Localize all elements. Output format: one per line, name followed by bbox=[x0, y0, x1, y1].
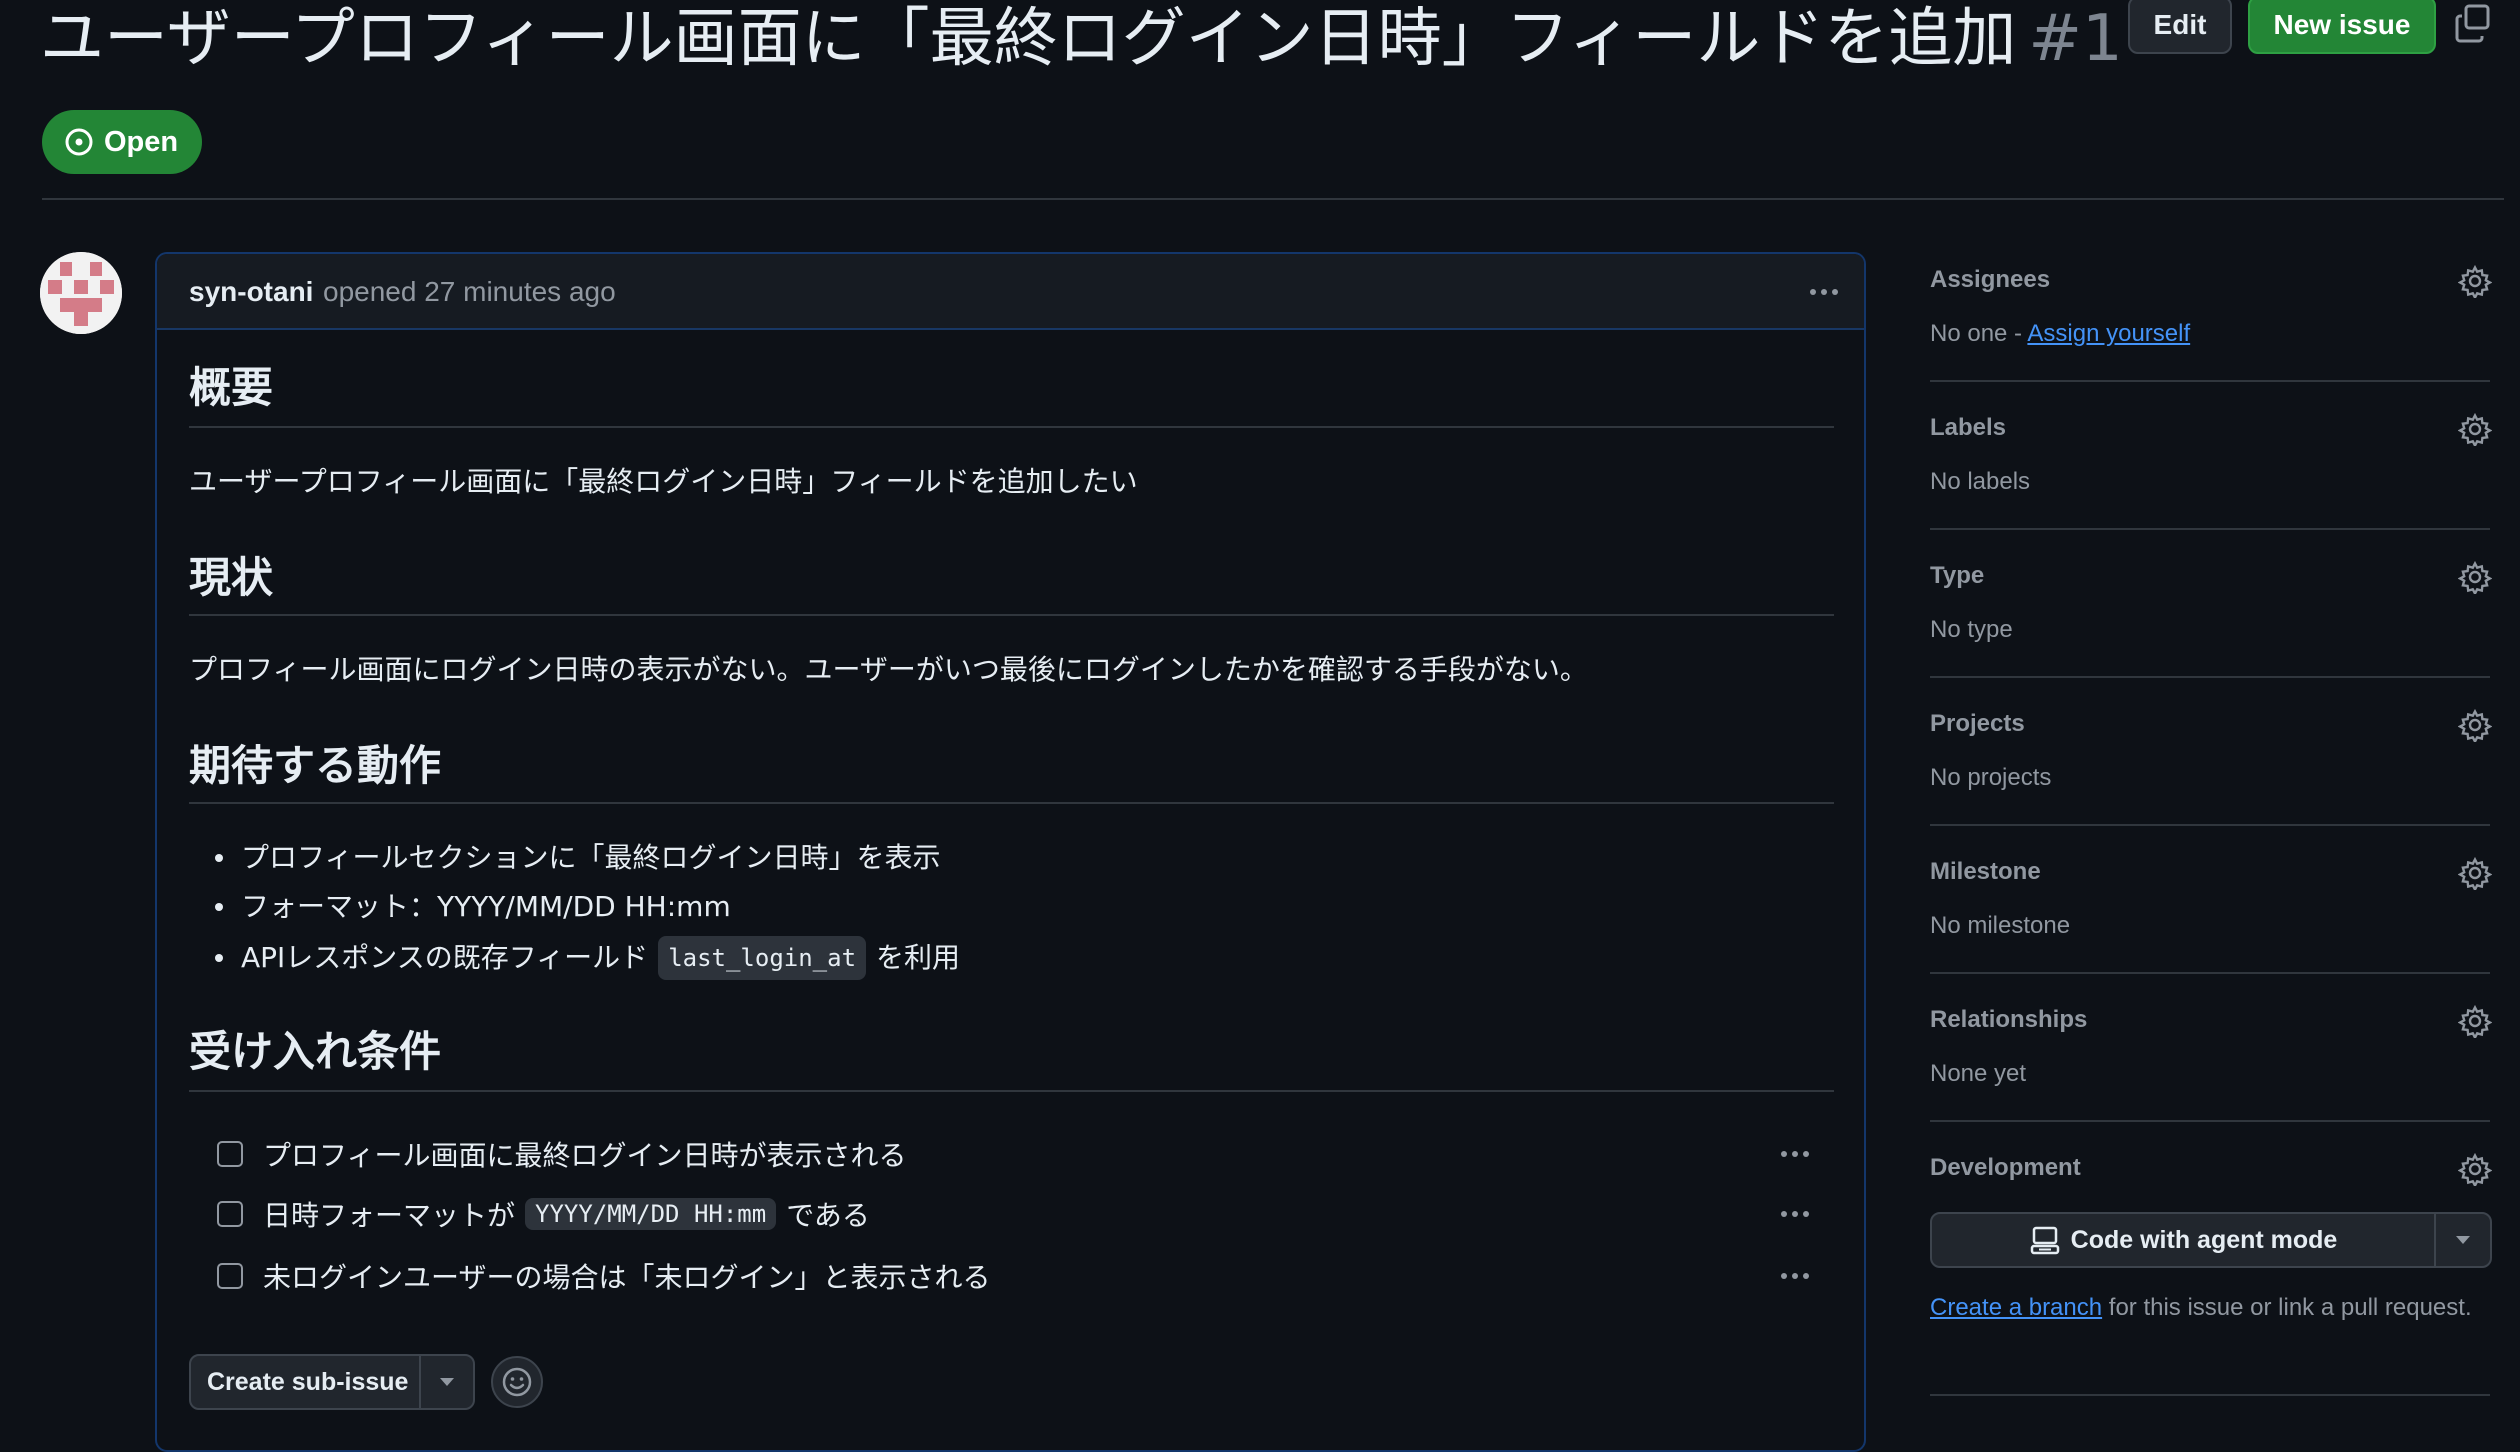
sidebar-divider bbox=[1930, 380, 2490, 382]
sidebar-divider bbox=[1930, 1120, 2490, 1122]
gear-icon[interactable] bbox=[2457, 560, 2493, 597]
assign-yourself-link[interactable]: Assign yourself bbox=[2027, 320, 2190, 347]
smiley-icon[interactable] bbox=[491, 1356, 543, 1408]
task-checkbox[interactable] bbox=[217, 1141, 243, 1167]
list-item-text: フォーマット：YYYY/MM/DD HH:mm bbox=[241, 890, 731, 923]
heading-expected: 期待する動作 bbox=[189, 741, 442, 790]
task-text: 未ログインユーザーの場合は「未ログイン」と表示される bbox=[263, 1261, 991, 1294]
sidebar-assignees: Assignees No one - Assign yourself bbox=[1930, 264, 2493, 354]
development-help-suffix: for this issue or link a pull request. bbox=[2102, 1294, 2472, 1321]
task-options-icon[interactable] bbox=[1773, 1260, 1817, 1292]
status-label: Open bbox=[104, 125, 179, 158]
sidebar-value: No projects bbox=[1930, 764, 2052, 791]
sidebar-title: Relationships bbox=[1930, 1006, 2088, 1033]
sidebar-development: Development bbox=[1930, 1152, 2493, 1192]
heading-rule bbox=[189, 426, 1834, 428]
edit-button[interactable]: Edit bbox=[2128, 0, 2232, 54]
comment-meta: opened 27 minutes ago bbox=[323, 276, 616, 307]
comment-author[interactable]: syn-otani bbox=[189, 274, 313, 310]
task-text: プロフィール画面に最終ログイン日時が表示される bbox=[263, 1139, 907, 1172]
heading-acceptance: 受け入れ条件 bbox=[189, 1027, 442, 1076]
sidebar-title: Projects bbox=[1930, 710, 2025, 737]
task-item: 未ログインユーザーの場合は「未ログイン」と表示される bbox=[217, 1254, 1817, 1298]
agent-button-label: Code with agent mode bbox=[2070, 1225, 2338, 1254]
list-item-text: プロフィールセクションに「最終ログイン日時」を表示 bbox=[241, 841, 941, 874]
create-subissue-label: Create sub-issue bbox=[207, 1367, 409, 1396]
issue-body-comment: syn-otani opened 27 minutes ago 概要 ユーザープ… bbox=[155, 252, 1866, 1452]
list-item: フォーマット：YYYY/MM/DD HH:mm bbox=[215, 887, 731, 927]
sidebar-title: Milestone bbox=[1930, 858, 2041, 885]
bullet-icon bbox=[215, 903, 223, 911]
sidebar-value: None yet bbox=[1930, 1060, 2027, 1087]
header-divider bbox=[42, 198, 2504, 200]
task-item: 日時フォーマットが YYYY/MM/DD HH:mm である bbox=[217, 1192, 1817, 1236]
sidebar-title: Development bbox=[1930, 1154, 2081, 1181]
sidebar-value: No one - Assign yourself bbox=[1930, 318, 2190, 350]
sidebar-milestone: Milestone No milestone bbox=[1930, 856, 2493, 946]
heading-rule bbox=[189, 1090, 1834, 1092]
list-item-text: を利用 bbox=[876, 941, 961, 974]
code-with-agent-button[interactable]: Code with agent mode bbox=[1930, 1212, 2492, 1268]
list-item: プロフィールセクションに「最終ログイン日時」を表示 bbox=[215, 838, 940, 878]
gear-icon[interactable] bbox=[2457, 1152, 2493, 1189]
development-help-text: Create a branch for this issue or link a… bbox=[1930, 1290, 2490, 1326]
task-item: プロフィール画面に最終ログイン日時が表示される bbox=[217, 1132, 1817, 1176]
gear-icon[interactable] bbox=[2457, 856, 2493, 893]
issue-title: ユーザープロフィール画面に「最終ログイン日時」フィールドを追加 #1 bbox=[40, 0, 2123, 78]
sidebar-type: Type No type bbox=[1930, 560, 2493, 650]
sidebar-divider bbox=[1930, 824, 2490, 826]
sidebar-divider bbox=[1930, 528, 2490, 530]
heading-overview: 概要 bbox=[189, 363, 274, 412]
comment-options-icon[interactable] bbox=[1802, 272, 1846, 312]
sidebar-relationships: Relationships None yet bbox=[1930, 1004, 2493, 1094]
issue-title-text: ユーザープロフィール画面に「最終ログイン日時」フィールドを追加 bbox=[40, 2, 2017, 76]
gear-icon[interactable] bbox=[2457, 264, 2493, 301]
copy-icon[interactable] bbox=[2452, 2, 2496, 46]
caret-down-icon[interactable] bbox=[2434, 1214, 2490, 1266]
agent-icon bbox=[2029, 1224, 2061, 1256]
sidebar-projects: Projects No projects bbox=[1930, 708, 2493, 798]
sidebar-value: No type bbox=[1930, 616, 2013, 643]
sidebar-title: Assignees bbox=[1930, 266, 2051, 293]
create-subissue-button[interactable]: Create sub-issue bbox=[189, 1354, 475, 1410]
issue-opened-icon bbox=[64, 127, 94, 157]
task-text: である bbox=[786, 1199, 870, 1232]
heading-current: 現状 bbox=[189, 553, 274, 602]
sidebar-title: Type bbox=[1930, 562, 1985, 589]
caret-down-icon[interactable] bbox=[419, 1356, 473, 1408]
assignees-empty-text: No one - bbox=[1930, 320, 2028, 347]
sidebar-divider bbox=[1930, 1394, 2490, 1396]
gear-icon[interactable] bbox=[2457, 708, 2493, 745]
inline-code: YYYY/MM/DD HH:mm bbox=[525, 1198, 777, 1230]
agent-button-main[interactable]: Code with agent mode bbox=[1932, 1224, 2434, 1256]
list-item-text: APIレスポンスの既存フィールド bbox=[241, 941, 649, 974]
heading-rule bbox=[189, 614, 1834, 616]
sidebar-labels: Labels No labels bbox=[1930, 412, 2493, 502]
issue-number: #1 bbox=[2028, 2, 2123, 76]
sidebar-divider bbox=[1930, 972, 2490, 974]
comment-header: syn-otani opened 27 minutes ago bbox=[157, 254, 1864, 330]
task-checkbox[interactable] bbox=[217, 1263, 243, 1289]
sidebar-value: No milestone bbox=[1930, 912, 2071, 939]
list-item: APIレスポンスの既存フィールド last_login_at を利用 bbox=[215, 936, 960, 980]
sidebar-value: No labels bbox=[1930, 468, 2031, 495]
new-issue-button[interactable]: New issue bbox=[2248, 0, 2436, 54]
task-checkbox[interactable] bbox=[217, 1201, 243, 1227]
sidebar-divider bbox=[1930, 676, 2490, 678]
bullet-icon bbox=[215, 954, 223, 962]
avatar[interactable] bbox=[40, 252, 122, 334]
status-badge: Open bbox=[42, 110, 202, 174]
gear-icon[interactable] bbox=[2457, 1004, 2493, 1041]
sidebar-title: Labels bbox=[1930, 414, 2007, 441]
overview-text: ユーザープロフィール画面に「最終ログイン日時」フィールドを追加したい bbox=[189, 465, 1138, 498]
create-branch-link[interactable]: Create a branch bbox=[1930, 1294, 2102, 1321]
heading-rule bbox=[189, 802, 1834, 804]
task-options-icon[interactable] bbox=[1773, 1138, 1817, 1170]
gear-icon[interactable] bbox=[2457, 412, 2493, 449]
inline-code: last_login_at bbox=[658, 936, 867, 980]
task-text: 日時フォーマットが bbox=[263, 1199, 516, 1232]
bullet-icon bbox=[215, 854, 223, 862]
current-text: プロフィール画面にログイン日時の表示がない。ユーザーがいつ最後にログインしたかを… bbox=[189, 653, 1588, 686]
task-options-icon[interactable] bbox=[1773, 1198, 1817, 1230]
